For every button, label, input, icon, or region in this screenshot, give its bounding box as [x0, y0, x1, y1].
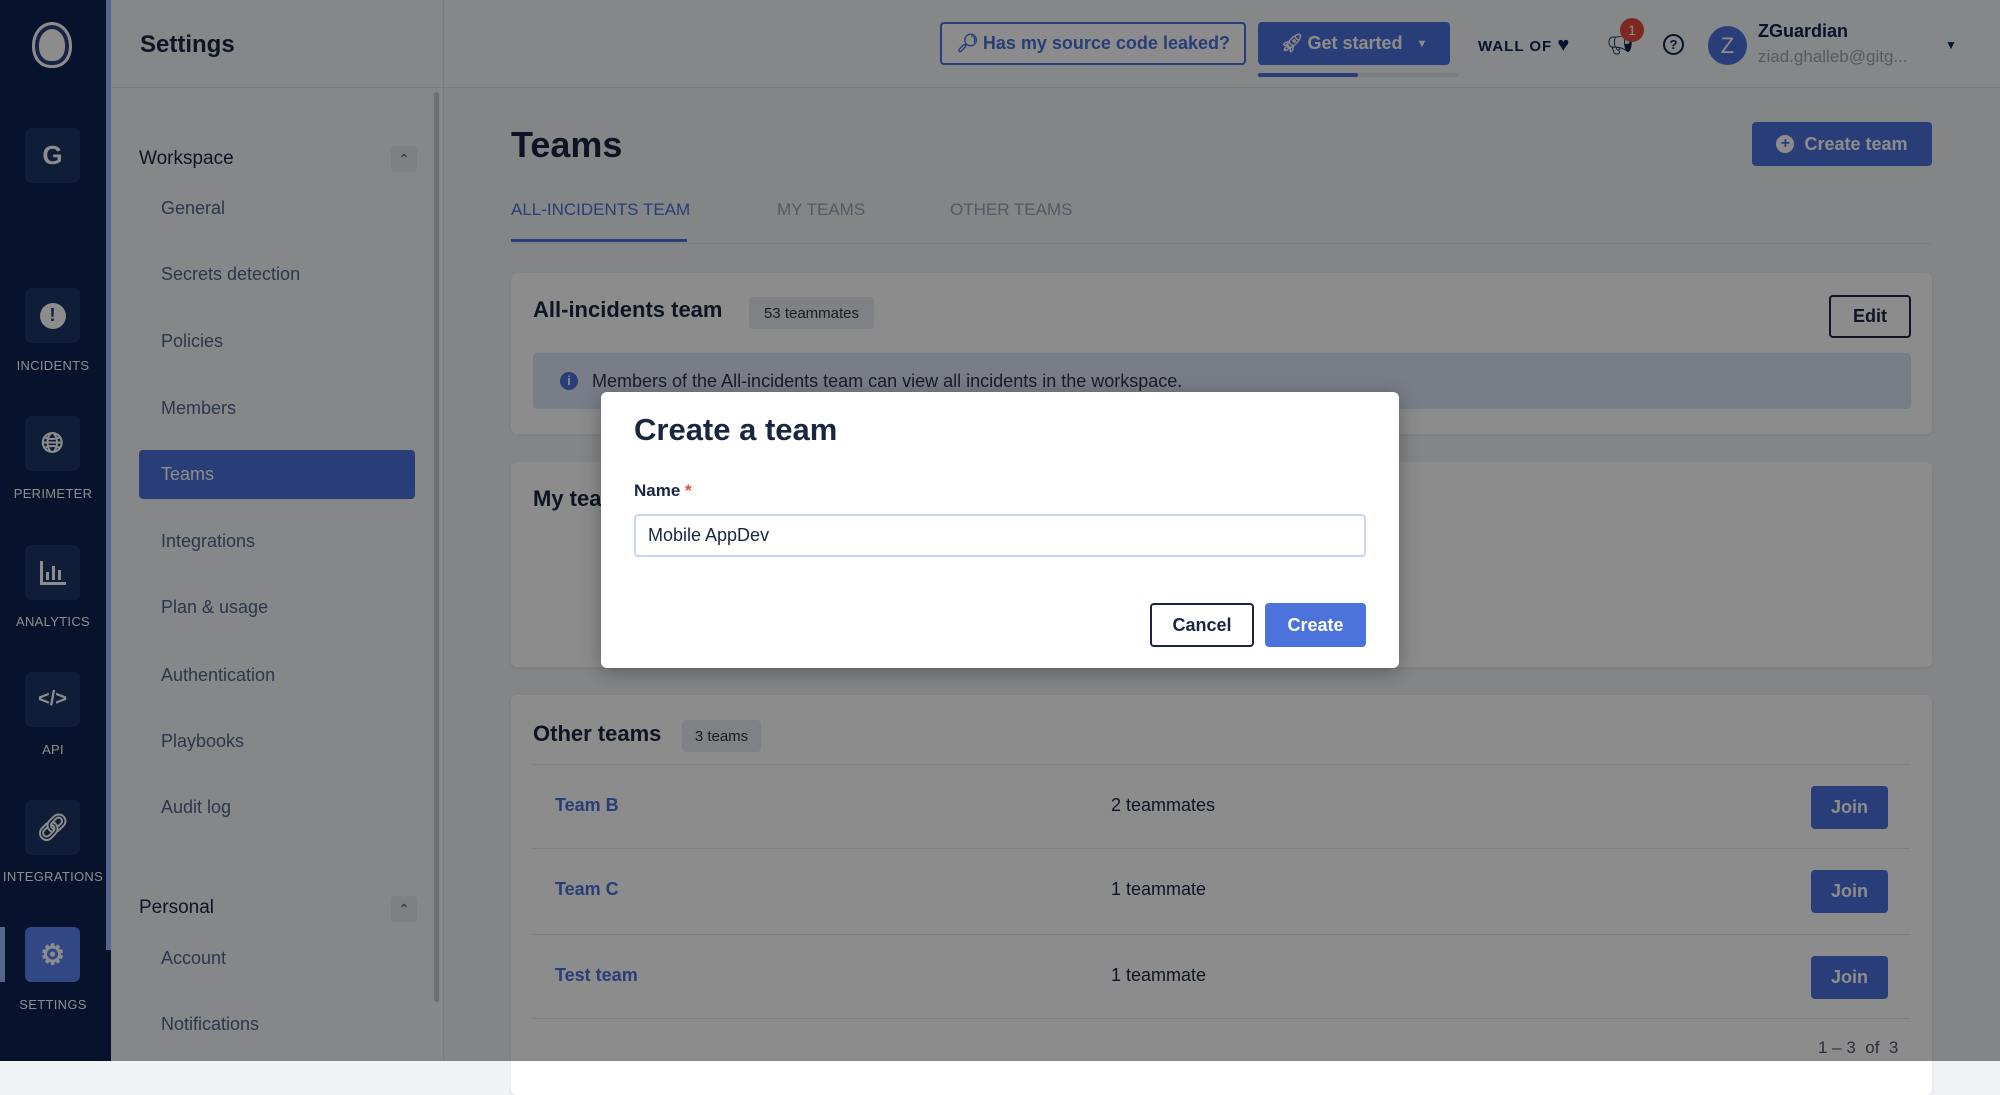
create-team-dialog: Create a team Name * Cancel Create [601, 392, 1399, 668]
required-mark: * [685, 481, 692, 500]
dialog-title: Create a team [634, 412, 838, 447]
name-label: Name * [634, 481, 692, 500]
create-button[interactable]: Create [1265, 603, 1366, 647]
team-name-input[interactable] [634, 514, 1366, 557]
cancel-button[interactable]: Cancel [1150, 603, 1254, 647]
